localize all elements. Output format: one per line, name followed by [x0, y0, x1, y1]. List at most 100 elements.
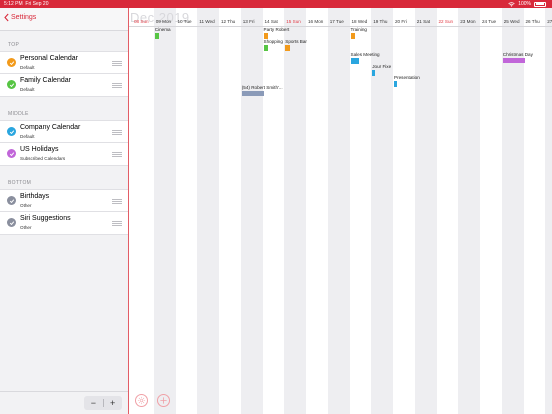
calendar-source: Other	[20, 225, 32, 230]
reorder-handle-icon[interactable]	[112, 199, 122, 204]
day-label: 12 Thu	[221, 19, 236, 24]
day-label: 14 Sat	[264, 19, 278, 24]
day-column[interactable]	[545, 8, 552, 414]
event-bar[interactable]	[263, 45, 268, 51]
calendar-source: Default	[20, 65, 35, 70]
event-bar[interactable]	[154, 33, 160, 39]
day-column[interactable]	[153, 8, 176, 414]
checkmark-icon[interactable]	[7, 196, 16, 205]
calendar-row-us-holidays[interactable]: US Holidays Subscribed Calendars	[0, 143, 128, 166]
day-column[interactable]	[284, 8, 306, 414]
calendar-name: US Holidays	[20, 146, 59, 153]
day-column[interactable]	[414, 8, 437, 414]
calendar-name: Birthdays	[20, 193, 50, 200]
back-label: Settings	[11, 14, 37, 21]
day-label: 13 Fri	[242, 19, 255, 24]
day-column[interactable]	[458, 8, 480, 414]
day-column[interactable]	[437, 8, 459, 414]
calendar-timeline[interactable]: Dec 2019 08 Sun 09 Mon 10 Tue 11 Wed 12 Thu 1…	[129, 8, 552, 414]
checkmark-icon[interactable]	[7, 127, 16, 136]
day-column[interactable]	[263, 8, 285, 414]
event-title[interactable]: Training	[351, 27, 367, 32]
event-bar[interactable]	[394, 81, 397, 87]
day-label: 21 Sat	[416, 19, 431, 24]
day-column[interactable]	[393, 8, 415, 414]
day-column[interactable]	[327, 8, 350, 414]
event-title[interactable]: Christmas Day	[503, 52, 533, 57]
event-title[interactable]: Sports Bar	[285, 39, 307, 44]
plus-button[interactable]: +	[103, 396, 122, 410]
day-label: 24 Tue	[482, 19, 497, 24]
back-button[interactable]: Settings	[4, 13, 36, 22]
calendar-source: Other	[20, 203, 32, 208]
day-label: 25 Wed	[503, 19, 520, 24]
checkmark-icon[interactable]	[7, 80, 16, 89]
event-bar[interactable]	[372, 70, 376, 76]
settings-button[interactable]	[135, 394, 148, 407]
header-divider	[129, 26, 552, 27]
day-label: 23 Mon	[460, 19, 476, 24]
wifi-icon	[508, 1, 515, 7]
event-bar[interactable]	[502, 58, 525, 63]
calendar-name: Family Calendar	[20, 77, 71, 84]
day-column[interactable]	[176, 8, 198, 414]
calendar-row-family[interactable]: Family Calendar Default	[0, 74, 128, 97]
sidebar: Settings TOP Personal Calendar Default F…	[0, 8, 129, 414]
chevron-left-icon	[4, 13, 9, 22]
reorder-handle-icon[interactable]	[112, 83, 122, 88]
calendar-row-siri-suggestions[interactable]: Siri Suggestions Other	[0, 212, 128, 235]
event-title[interactable]: Sales Meeting	[351, 52, 380, 57]
add-event-button[interactable]	[157, 394, 170, 407]
day-column[interactable]	[306, 8, 328, 414]
status-right: 100%	[508, 0, 546, 8]
day-column[interactable]	[501, 8, 524, 414]
event-bar[interactable]	[350, 58, 360, 64]
day-column[interactable]	[350, 8, 372, 414]
event-title[interactable]: Shopping	[264, 39, 283, 44]
day-column[interactable]	[197, 8, 219, 414]
section-header-middle: MIDDLE	[8, 111, 29, 117]
day-label: 27 Fri	[547, 19, 552, 24]
reorder-handle-icon[interactable]	[112, 130, 122, 135]
zoom-stepper[interactable]: − +	[84, 396, 122, 410]
day-label: 09 Mon	[155, 19, 172, 24]
calendar-name: Personal Calendar	[20, 55, 78, 62]
calendar-row-birthdays[interactable]: Birthdays Other	[0, 189, 128, 212]
event-title[interactable]: Jour Fixe	[372, 64, 391, 69]
event-title[interactable]: Party Robert	[264, 27, 290, 32]
day-column[interactable]	[219, 8, 241, 414]
event-title[interactable]: Cinema	[155, 27, 171, 32]
calendar-row-company[interactable]: Company Calendar Default	[0, 120, 128, 143]
event-bar[interactable]	[350, 33, 355, 39]
day-column[interactable]	[240, 8, 263, 414]
checkmark-icon[interactable]	[7, 58, 16, 67]
section-header-top: TOP	[8, 42, 20, 48]
day-label: 15 Sun	[286, 19, 301, 24]
minus-button[interactable]: −	[84, 396, 103, 410]
event-bar[interactable]	[285, 45, 290, 51]
event-title[interactable]: Presentation	[394, 75, 420, 80]
reorder-handle-icon[interactable]	[112, 221, 122, 226]
status-time: 5:12 PM Fri Sep 20	[4, 1, 49, 7]
reorder-handle-icon[interactable]	[112, 152, 122, 157]
day-label: 26 Thu	[525, 19, 540, 24]
battery-icon	[534, 1, 546, 7]
day-column[interactable]	[132, 8, 154, 414]
calendar-row-personal[interactable]: Personal Calendar Default	[0, 51, 128, 74]
day-column[interactable]	[480, 8, 502, 414]
checkmark-icon[interactable]	[7, 149, 16, 158]
day-label: 16 Mon	[308, 19, 324, 24]
day-label: 18 Wed	[351, 19, 368, 24]
checkmark-icon[interactable]	[7, 218, 16, 227]
battery-percent: 100%	[518, 1, 531, 7]
day-column[interactable]	[524, 8, 546, 414]
event-bar[interactable]	[241, 91, 264, 96]
event-title[interactable]: (54) Robert Smith'...	[242, 85, 283, 90]
day-label: 20 Fri	[395, 19, 407, 24]
section-header-bottom: BOTTOM	[8, 180, 32, 186]
day-label: 19 Thu	[373, 19, 388, 24]
day-label: 10 Tue	[177, 19, 192, 24]
day-label: 22 Sun	[438, 19, 454, 24]
reorder-handle-icon[interactable]	[112, 61, 122, 66]
gear-icon	[137, 396, 146, 405]
